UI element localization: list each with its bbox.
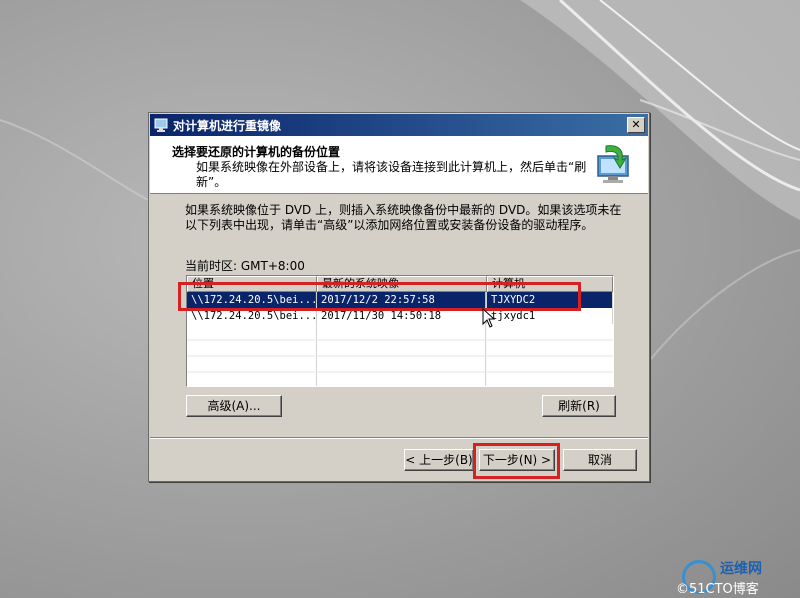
back-button[interactable]: < 上一步(B) xyxy=(404,449,474,471)
footer-separator xyxy=(150,437,648,439)
highlight-next-button xyxy=(473,443,560,479)
advanced-button[interactable]: 高级(A)... xyxy=(186,395,282,417)
header-band: 选择要还原的计算机的备份位置 如果系统映像在外部设备上，请将该设备连接到此计算机… xyxy=(150,136,648,194)
window-title: 对计算机进行重镜像 xyxy=(173,119,282,133)
title-bar[interactable]: 对计算机进行重镜像 ✕ xyxy=(150,114,648,136)
watermark: 运维网 ©51CTO博客 xyxy=(676,550,792,597)
highlight-selected-row xyxy=(178,282,581,311)
watermark-site: ©51CTO博客 xyxy=(676,582,759,597)
mouse-cursor-icon xyxy=(482,308,496,328)
timezone-label: 当前时区: GMT+8:00 xyxy=(185,259,305,273)
system-restore-icon xyxy=(597,145,629,183)
cancel-button[interactable]: 取消 xyxy=(563,449,637,471)
intro-text: 如果系统映像位于 DVD 上，则插入系统映像备份中最新的 DVD。如果该选项未在… xyxy=(185,203,622,232)
refresh-button[interactable]: 刷新(R) xyxy=(542,395,616,417)
close-button[interactable]: ✕ xyxy=(627,117,645,133)
header-description: 如果系统映像在外部设备上，请将该设备连接到此计算机上，然后单击“刷新”。 xyxy=(196,160,587,189)
computer-icon xyxy=(154,118,168,132)
watermark-brand: 运维网 xyxy=(720,561,762,577)
header-title: 选择要还原的计算机的备份位置 xyxy=(172,145,341,159)
